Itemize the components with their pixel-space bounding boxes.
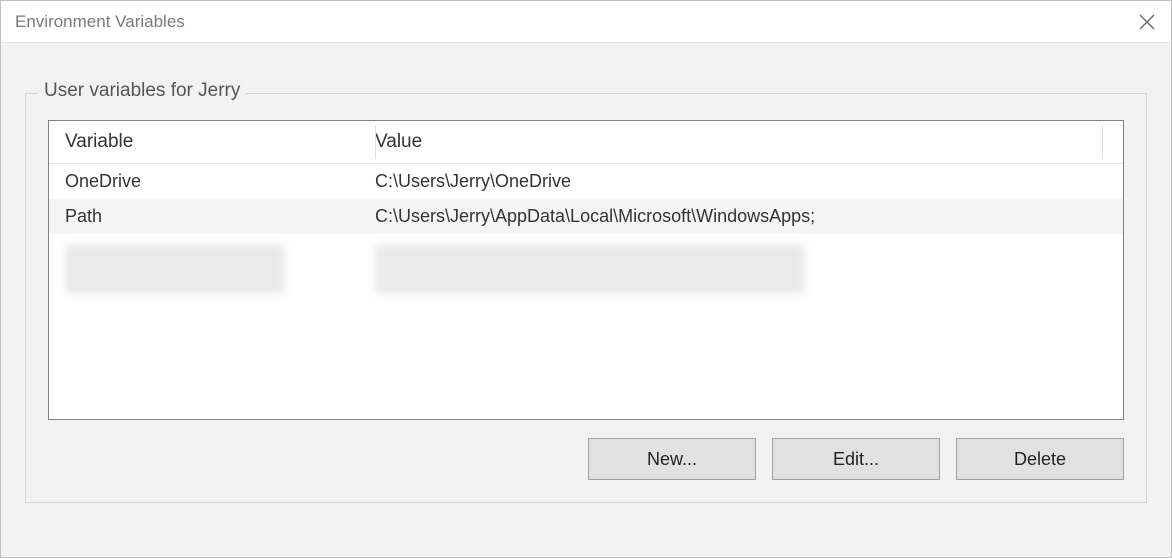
group-legend: User variables for Jerry (38, 80, 246, 102)
column-header-variable[interactable]: Variable (65, 131, 375, 153)
delete-button[interactable]: Delete (956, 438, 1124, 480)
environment-variables-dialog: Environment Variables User variables for… (0, 0, 1172, 558)
user-variables-list[interactable]: Variable Value OneDrive C:\Users\Jerry\O… (48, 120, 1124, 420)
edit-button[interactable]: Edit... (772, 438, 940, 480)
titlebar: Environment Variables (1, 1, 1171, 43)
table-row[interactable]: Path C:\Users\Jerry\AppData\Local\Micros… (49, 199, 1123, 234)
redacted-rows (65, 234, 1107, 304)
list-header: Variable Value (49, 121, 1123, 164)
cell-value: C:\Users\Jerry\AppData\Local\Microsoft\W… (375, 206, 1107, 227)
cell-variable: Path (65, 206, 375, 227)
window-title: Environment Variables (15, 12, 1123, 32)
column-header-value[interactable]: Value (375, 131, 1107, 153)
user-variables-buttons: New... Edit... Delete (48, 438, 1124, 480)
user-variables-group: User variables for Jerry Variable Value … (25, 93, 1147, 503)
close-icon (1139, 14, 1155, 30)
cell-variable: OneDrive (65, 171, 375, 192)
close-button[interactable] (1123, 1, 1171, 43)
cell-value: C:\Users\Jerry\OneDrive (375, 171, 1107, 192)
new-button[interactable]: New... (588, 438, 756, 480)
dialog-client-area: User variables for Jerry Variable Value … (1, 43, 1171, 557)
table-row[interactable]: OneDrive C:\Users\Jerry\OneDrive (49, 164, 1123, 199)
